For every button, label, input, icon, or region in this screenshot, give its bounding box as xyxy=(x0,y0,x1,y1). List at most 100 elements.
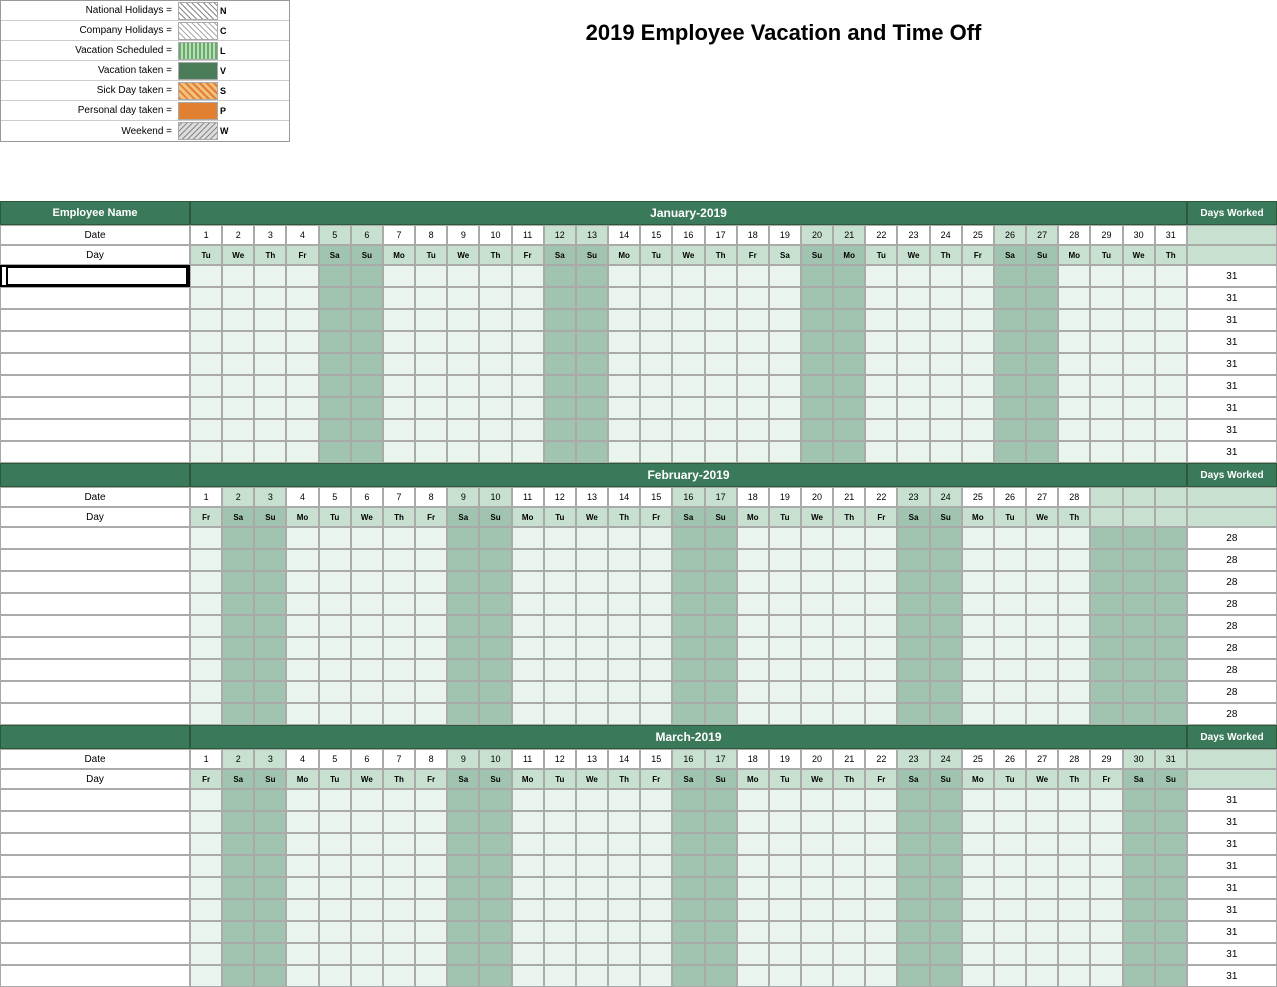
emp-day-cell[interactable] xyxy=(512,943,544,965)
emp-day-cell[interactable] xyxy=(1123,789,1155,811)
emp-day-cell[interactable] xyxy=(383,593,415,615)
emp-day-cell[interactable] xyxy=(1058,309,1090,331)
emp-day-cell[interactable] xyxy=(994,855,1026,877)
emp-day-cell[interactable] xyxy=(705,615,737,637)
emp-day-cell[interactable] xyxy=(190,899,222,921)
emp-day-cell[interactable] xyxy=(1123,877,1155,899)
emp-day-cell[interactable] xyxy=(383,833,415,855)
emp-day-cell[interactable] xyxy=(190,287,222,309)
emp-day-cell[interactable] xyxy=(962,637,994,659)
emp-day-cell[interactable] xyxy=(1090,615,1122,637)
emp-day-cell[interactable] xyxy=(512,703,544,725)
emp-day-cell[interactable] xyxy=(222,265,254,287)
emp-day-cell[interactable] xyxy=(512,833,544,855)
emp-day-cell[interactable] xyxy=(608,833,640,855)
emp-day-cell[interactable] xyxy=(801,811,833,833)
emp-day-cell[interactable] xyxy=(576,833,608,855)
emp-day-cell[interactable] xyxy=(415,681,447,703)
emp-day-cell[interactable] xyxy=(769,593,801,615)
emp-day-cell[interactable] xyxy=(769,331,801,353)
emp-day-cell[interactable] xyxy=(833,811,865,833)
emp-day-cell[interactable] xyxy=(640,681,672,703)
emp-day-cell[interactable] xyxy=(897,353,929,375)
emp-day-cell[interactable] xyxy=(383,943,415,965)
emp-day-cell[interactable] xyxy=(865,615,897,637)
emp-day-cell[interactable] xyxy=(447,615,479,637)
emp-day-cell[interactable] xyxy=(962,571,994,593)
emp-day-cell[interactable] xyxy=(319,331,351,353)
emp-day-cell[interactable] xyxy=(1090,637,1122,659)
emp-day-cell[interactable] xyxy=(254,877,286,899)
emp-day-cell[interactable] xyxy=(576,921,608,943)
emp-day-cell[interactable] xyxy=(544,419,576,441)
emp-day-cell[interactable] xyxy=(897,899,929,921)
emp-day-cell[interactable] xyxy=(640,353,672,375)
emp-day-cell[interactable] xyxy=(1155,965,1187,987)
emp-day-cell[interactable] xyxy=(608,571,640,593)
emp-day-cell[interactable] xyxy=(1026,921,1058,943)
emp-day-cell[interactable] xyxy=(512,965,544,987)
emp-day-cell[interactable] xyxy=(383,659,415,681)
emp-day-cell[interactable] xyxy=(351,527,383,549)
emp-day-cell[interactable] xyxy=(190,965,222,987)
emp-day-cell[interactable] xyxy=(222,659,254,681)
emp-day-cell[interactable] xyxy=(190,789,222,811)
emp-day-cell[interactable] xyxy=(962,309,994,331)
emp-day-cell[interactable] xyxy=(1026,659,1058,681)
emp-day-cell[interactable] xyxy=(222,375,254,397)
emp-day-cell[interactable] xyxy=(190,877,222,899)
emp-day-cell[interactable] xyxy=(672,287,704,309)
emp-day-cell[interactable] xyxy=(865,833,897,855)
emp-day-cell[interactable] xyxy=(447,397,479,419)
emp-day-cell[interactable] xyxy=(351,943,383,965)
emp-day-cell[interactable] xyxy=(1090,527,1122,549)
emp-day-cell[interactable] xyxy=(286,375,318,397)
emp-day-cell[interactable] xyxy=(1155,419,1187,441)
emp-day-cell[interactable] xyxy=(769,833,801,855)
emp-day-cell[interactable] xyxy=(769,397,801,419)
emp-day-cell[interactable] xyxy=(672,375,704,397)
emp-day-cell[interactable] xyxy=(994,877,1026,899)
emp-day-cell[interactable] xyxy=(286,965,318,987)
emp-day-cell[interactable] xyxy=(801,615,833,637)
emp-day-cell[interactable] xyxy=(383,571,415,593)
emp-day-cell[interactable] xyxy=(479,287,511,309)
emp-day-cell[interactable] xyxy=(544,681,576,703)
emp-day-cell[interactable] xyxy=(897,309,929,331)
emp-day-cell[interactable] xyxy=(190,703,222,725)
emp-day-cell[interactable] xyxy=(930,943,962,965)
emp-day-cell[interactable] xyxy=(544,375,576,397)
emp-day-cell[interactable] xyxy=(865,899,897,921)
emp-day-cell[interactable] xyxy=(319,571,351,593)
emp-day-cell[interactable] xyxy=(512,309,544,331)
emp-day-cell[interactable] xyxy=(415,637,447,659)
emp-day-cell[interactable] xyxy=(190,659,222,681)
emp-day-cell[interactable] xyxy=(672,353,704,375)
emp-day-cell[interactable] xyxy=(608,615,640,637)
emp-day-cell[interactable] xyxy=(544,571,576,593)
emp-day-cell[interactable] xyxy=(222,789,254,811)
emp-day-cell[interactable] xyxy=(672,681,704,703)
emp-day-cell[interactable] xyxy=(962,681,994,703)
emp-day-cell[interactable] xyxy=(608,965,640,987)
emp-day-cell[interactable] xyxy=(1026,681,1058,703)
emp-day-cell[interactable] xyxy=(930,855,962,877)
emp-day-cell[interactable] xyxy=(1090,681,1122,703)
emp-day-cell[interactable] xyxy=(994,287,1026,309)
emp-day-cell[interactable] xyxy=(1026,331,1058,353)
emp-day-cell[interactable] xyxy=(1058,549,1090,571)
emp-day-cell[interactable] xyxy=(254,833,286,855)
emp-day-cell[interactable] xyxy=(1155,353,1187,375)
emp-day-cell[interactable] xyxy=(737,441,769,463)
emp-day-cell[interactable] xyxy=(383,375,415,397)
emp-day-cell[interactable] xyxy=(930,703,962,725)
emp-day-cell[interactable] xyxy=(383,419,415,441)
emp-day-cell[interactable] xyxy=(994,549,1026,571)
emp-day-cell[interactable] xyxy=(544,549,576,571)
emp-day-cell[interactable] xyxy=(351,877,383,899)
emp-day-cell[interactable] xyxy=(222,615,254,637)
emp-day-cell[interactable] xyxy=(1026,965,1058,987)
emp-day-cell[interactable] xyxy=(544,309,576,331)
emp-day-cell[interactable] xyxy=(897,593,929,615)
emp-day-cell[interactable] xyxy=(415,265,447,287)
